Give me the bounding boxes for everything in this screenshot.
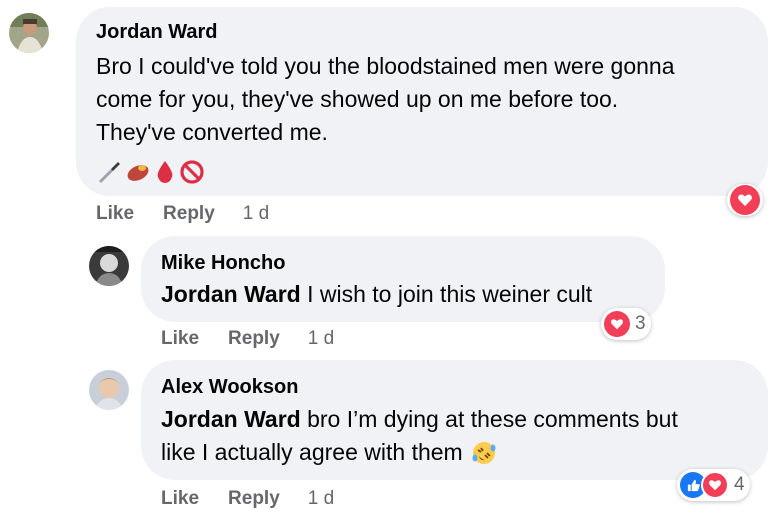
comment-text: Jordan Ward I wish to join this weiner c… [161, 278, 592, 311]
comment-author[interactable]: Jordan Ward [96, 21, 218, 44]
comment-timestamp[interactable]: 1 d [243, 203, 269, 225]
reply-button[interactable]: Reply [228, 488, 280, 510]
reaction-count: 3 [635, 313, 646, 334]
reaction-summary[interactable]: 4 [677, 469, 750, 501]
comment-actions: Like Reply 1 d [161, 328, 334, 350]
love-reaction-icon [730, 185, 760, 215]
mention-link[interactable]: Jordan Ward [161, 406, 301, 432]
like-button[interactable]: Like [96, 203, 134, 225]
comment-body: bro I’m dying at these comments but [300, 406, 678, 432]
comment-text: Jordan Ward bro I’m dying at these comme… [161, 403, 678, 469]
comment-actions: Like Reply 1 d [96, 203, 269, 225]
love-reaction-icon [604, 311, 630, 337]
avatar-alex-wookson[interactable] [89, 370, 129, 410]
comment-author[interactable]: Alex Wookson [161, 376, 298, 399]
love-reaction-icon [701, 471, 729, 499]
comment-body: like I actually agree with them [161, 439, 463, 465]
reaction-summary[interactable]: 3 [601, 308, 651, 340]
emoji-row [96, 159, 205, 190]
drop-of-blood-icon [154, 159, 176, 190]
reply-button[interactable]: Reply [228, 328, 280, 350]
reply-button[interactable]: Reply [163, 203, 215, 225]
reaction-count: 4 [734, 474, 745, 495]
avatar-jordan-ward[interactable] [9, 13, 49, 53]
comment-author[interactable]: Mike Honcho [161, 252, 285, 275]
like-button[interactable]: Like [161, 328, 199, 350]
sweet-potato-icon [125, 159, 151, 190]
avatar-mike-honcho[interactable] [89, 246, 129, 286]
comment-text-line: They've converted me. [96, 119, 328, 145]
comment-text: Bro I could've told you the bloodstained… [96, 50, 756, 149]
rolling-on-floor-laughing-icon [471, 440, 497, 466]
reaction-summary[interactable] [727, 184, 763, 216]
prohibited-icon [179, 159, 205, 190]
comment-actions: Like Reply 1 d [161, 488, 334, 510]
knife-icon [96, 159, 122, 190]
comment-timestamp[interactable]: 1 d [308, 328, 334, 350]
comment-text-line: Bro I could've told you the bloodstained… [96, 53, 675, 79]
comment-timestamp[interactable]: 1 d [308, 488, 334, 510]
comment-text-line: come for you, they've showed up on me be… [96, 86, 619, 112]
mention-link[interactable]: Jordan Ward [161, 281, 301, 307]
comment-body: I wish to join this weiner cult [300, 281, 593, 307]
like-button[interactable]: Like [161, 488, 199, 510]
